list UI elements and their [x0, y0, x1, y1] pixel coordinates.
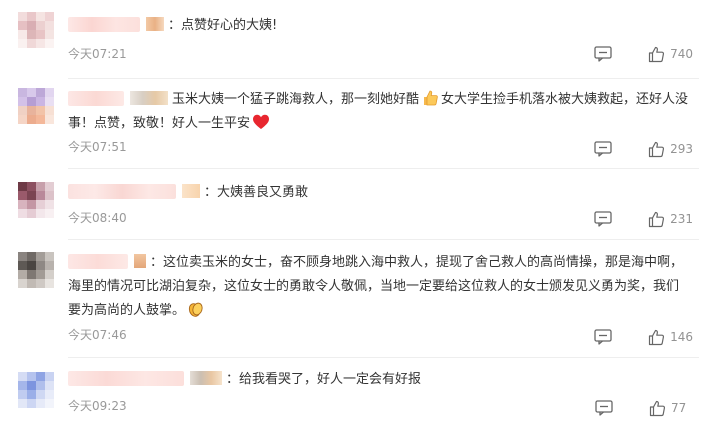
comment-time: 今天07:21 [68, 47, 127, 61]
comment-actions: 293 [594, 140, 693, 158]
comment-item: ：点赞好心的大姨! 今天07:21 740 [0, 0, 711, 80]
divider [68, 168, 699, 169]
comment-item: ：这位卖玉米的女士，奋不顾身地跳入海中救人，提现了舍己救人的高尚情操，那是海中啊… [0, 240, 711, 358]
comment-item: ：大姨善良又勇敢 今天08:40 231 [0, 170, 711, 240]
thumbs-up-icon [648, 211, 665, 227]
like-button[interactable]: 740 [648, 46, 693, 63]
avatar[interactable] [18, 252, 54, 288]
like-count: 146 [670, 330, 693, 344]
comment-actions: 740 [594, 45, 693, 63]
avatar[interactable] [18, 12, 54, 48]
thumbs-up-icon [648, 46, 665, 62]
comment-actions: 231 [594, 210, 693, 228]
avatar[interactable] [18, 372, 54, 408]
user-badge-icon [182, 184, 200, 198]
comment-text: ：点赞好心的大姨! [68, 14, 689, 38]
like-count: 293 [670, 142, 693, 156]
comment-bubble-icon[interactable] [594, 141, 612, 157]
clapping-hands-emoji [188, 302, 203, 317]
comment-body: ：给我看哭了，好人一定会有好报 [226, 372, 422, 387]
user-badge-icon [146, 17, 164, 31]
comment-item: ：给我看哭了，好人一定会有好报 今天09:23 77 [0, 358, 711, 426]
thumbs-up-emoji [424, 90, 438, 106]
comment-text: ：大姨善良又勇敢 [68, 181, 689, 205]
user-badge-icon [130, 91, 168, 105]
red-heart-emoji [253, 114, 270, 129]
comment-text: ：这位卖玉米的女士，奋不顾身地跳入海中救人，提现了舍己救人的高尚情操，那是海中啊… [68, 251, 689, 323]
comment-time: 今天09:23 [68, 399, 127, 413]
comment-actions: 146 [594, 328, 693, 346]
thumbs-up-icon [649, 400, 666, 416]
divider [68, 78, 699, 79]
username[interactable] [68, 16, 140, 32]
comment-time: 今天07:51 [68, 140, 127, 154]
like-button[interactable]: 231 [648, 211, 693, 228]
avatar[interactable] [18, 88, 54, 124]
comment-bubble-icon[interactable] [594, 211, 612, 227]
like-count: 231 [670, 212, 693, 226]
username[interactable] [68, 90, 124, 106]
like-count: 740 [670, 47, 693, 61]
comment-item: 玉米大姨一个猛子跳海救人，那一刻她好酷 女大学生捡手机落水被大姨救起，还好人没事！… [0, 80, 711, 170]
comment-actions: 77 [595, 399, 693, 417]
user-badge-icon [190, 371, 222, 385]
comment-text: 玉米大姨一个猛子跳海救人，那一刻她好酷 女大学生捡手机落水被大姨救起，还好人没事！… [68, 88, 689, 136]
like-button[interactable]: 146 [648, 329, 693, 346]
comment-body: ：大姨善良又勇敢 [204, 185, 309, 200]
like-count: 77 [671, 401, 687, 415]
comment-bubble-icon[interactable] [594, 46, 612, 62]
comment-time: 今天08:40 [68, 211, 127, 225]
comment-bubble-icon[interactable] [594, 329, 612, 345]
comment-body: ：点赞好心的大姨! [168, 18, 278, 33]
user-badge-icon [134, 254, 146, 268]
username[interactable] [68, 183, 176, 199]
comment-bubble-icon[interactable] [595, 400, 613, 416]
avatar[interactable] [18, 182, 54, 218]
comment-time: 今天07:46 [68, 328, 127, 342]
comment-text: ：给我看哭了，好人一定会有好报 [68, 368, 689, 392]
comment-body: ：这位卖玉米的女士，奋不顾身地跳入海中救人，提现了舍己救人的高尚情操，那是海中啊… [68, 255, 684, 318]
like-button[interactable]: 293 [648, 141, 693, 158]
comment-body: 玉米大姨一个猛子跳海救人，那一刻她好酷 [172, 92, 420, 107]
comment-feed: ：点赞好心的大姨! 今天07:21 740 玉米大姨一个猛子跳海救人，那一刻她好… [0, 0, 711, 426]
username[interactable] [68, 253, 128, 269]
username[interactable] [68, 370, 184, 386]
thumbs-up-icon [648, 329, 665, 345]
thumbs-up-icon [648, 141, 665, 157]
like-button[interactable]: 77 [649, 400, 693, 417]
